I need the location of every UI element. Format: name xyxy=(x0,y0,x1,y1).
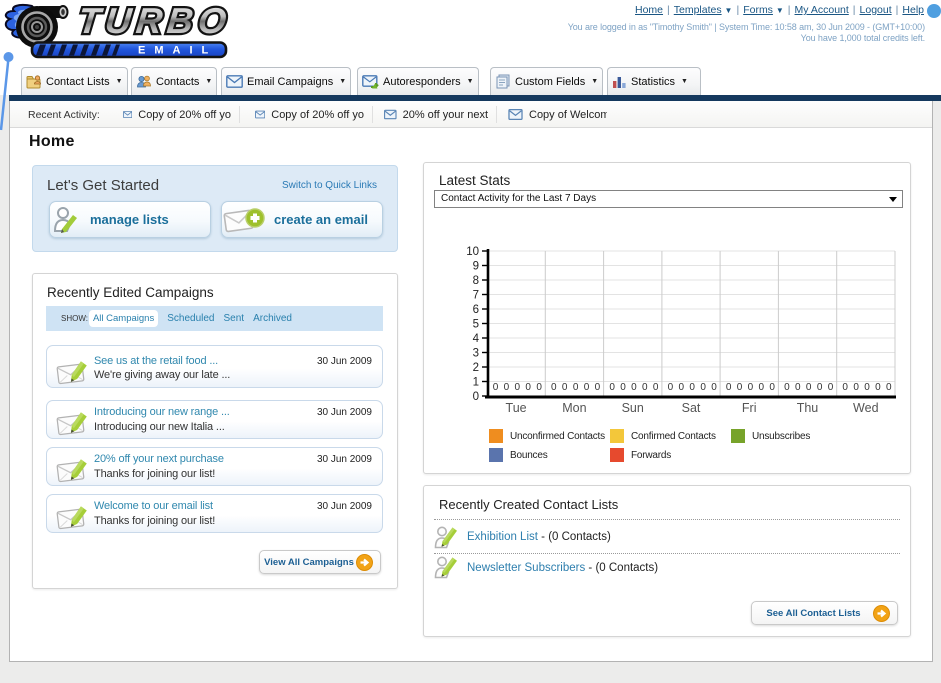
svg-text:0: 0 xyxy=(886,382,892,393)
svg-text:0: 0 xyxy=(769,382,775,393)
svg-text:0: 0 xyxy=(806,382,812,393)
svg-text:0: 0 xyxy=(875,382,881,393)
svg-text:8: 8 xyxy=(473,275,479,287)
svg-text:2: 2 xyxy=(473,362,479,374)
svg-text:0: 0 xyxy=(726,382,732,393)
svg-text:0: 0 xyxy=(504,382,510,393)
svg-text:0: 0 xyxy=(842,382,848,393)
svg-text:0: 0 xyxy=(473,391,479,403)
svg-text:0: 0 xyxy=(817,382,823,393)
svg-text:Sat: Sat xyxy=(682,401,701,415)
svg-text:7: 7 xyxy=(473,290,479,302)
svg-text:0: 0 xyxy=(536,382,542,393)
svg-text:0: 0 xyxy=(711,382,717,393)
svg-text:0: 0 xyxy=(493,382,499,393)
svg-text:Mon: Mon xyxy=(562,401,586,415)
svg-text:Thu: Thu xyxy=(797,401,819,415)
svg-text:0: 0 xyxy=(595,382,601,393)
svg-text:EMAIL: EMAIL xyxy=(138,45,217,57)
svg-text:0: 0 xyxy=(562,382,568,393)
svg-text:0: 0 xyxy=(525,382,531,393)
svg-text:0: 0 xyxy=(737,382,743,393)
svg-text:0: 0 xyxy=(853,382,859,393)
svg-text:3: 3 xyxy=(473,348,479,360)
svg-text:Fri: Fri xyxy=(742,401,757,415)
svg-text:Sun: Sun xyxy=(622,401,644,415)
svg-text:TURBO: TURBO xyxy=(76,0,233,41)
svg-text:0: 0 xyxy=(573,382,579,393)
svg-text:Wed: Wed xyxy=(853,401,879,415)
svg-text:4: 4 xyxy=(473,333,480,345)
svg-text:0: 0 xyxy=(620,382,626,393)
svg-text:0: 0 xyxy=(700,382,706,393)
svg-text:0: 0 xyxy=(864,382,870,393)
svg-text:0: 0 xyxy=(584,382,590,393)
svg-text:0: 0 xyxy=(515,382,521,393)
svg-text:0: 0 xyxy=(653,382,659,393)
svg-text:6: 6 xyxy=(473,304,479,316)
svg-text:5: 5 xyxy=(473,319,479,331)
svg-text:0: 0 xyxy=(551,382,557,393)
svg-text:0: 0 xyxy=(642,382,648,393)
svg-text:0: 0 xyxy=(828,382,834,393)
svg-text:0: 0 xyxy=(689,382,695,393)
svg-text:0: 0 xyxy=(759,382,765,393)
svg-text:0: 0 xyxy=(668,382,674,393)
svg-text:Tue: Tue xyxy=(506,401,527,415)
svg-text:0: 0 xyxy=(784,382,790,393)
svg-text:0: 0 xyxy=(631,382,637,393)
svg-text:1: 1 xyxy=(473,377,479,389)
svg-text:10: 10 xyxy=(466,246,479,258)
svg-text:0: 0 xyxy=(748,382,754,393)
svg-text:0: 0 xyxy=(609,382,615,393)
svg-text:9: 9 xyxy=(473,261,479,273)
svg-text:0: 0 xyxy=(795,382,801,393)
svg-text:0: 0 xyxy=(679,382,685,393)
